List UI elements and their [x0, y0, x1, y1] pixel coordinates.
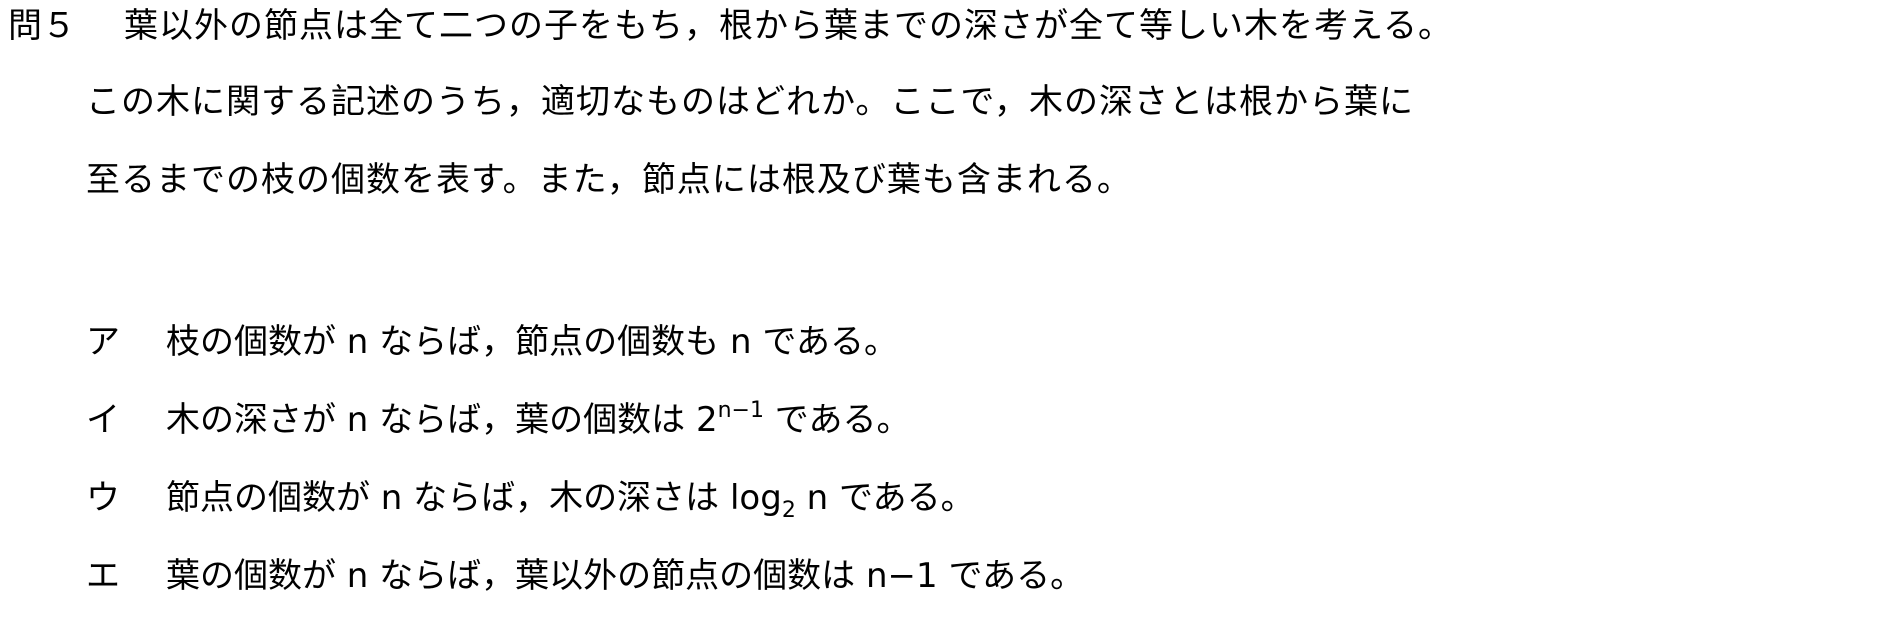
choice-i-exponent: n−1 [717, 398, 764, 423]
choice-e-label: エ [86, 556, 120, 596]
choice-i-label: イ [86, 400, 120, 440]
question-text-line-3: 至るまでの枝の個数を表す。また，節点には根及び葉も含まれる。 [86, 160, 1132, 200]
choice-a-text: 枝の個数が n ならば，節点の個数も n である。 [166, 322, 898, 362]
choice-u-text-after: n である。 [795, 478, 975, 518]
choice-u-text: 節点の個数が n ならば，木の深さは log2 n である。 [166, 478, 975, 522]
choice-u-label: ウ [86, 478, 120, 518]
question-text-line-1: 葉以外の節点は全て二つの子をもち，根から葉までの深さが全て等しい木を考える。 [124, 6, 1453, 46]
choice-u-subscript: 2 [781, 498, 796, 523]
choice-e-text: 葉の個数が n ならば，葉以外の節点の個数は n−1 である。 [166, 556, 1085, 596]
exam-question-page: 問５ 葉以外の節点は全て二つの子をもち，根から葉までの深さが全て等しい木を考える… [0, 0, 1900, 626]
choice-i-text-before: 木の深さが n ならば，葉の個数は 2 [166, 400, 718, 440]
choice-a-label: ア [86, 322, 120, 362]
choice-i-text-after: である。 [763, 400, 911, 440]
choice-u-text-before: 節点の個数が n ならば，木の深さは log [166, 478, 782, 518]
question-text-line-2: この木に関する記述のうち，適切なものはどれか。ここで，木の深さとは根から葉に [86, 82, 1414, 122]
question-number: 問５ [8, 6, 76, 46]
choice-i-text: 木の深さが n ならば，葉の個数は 2n−1 である。 [166, 398, 911, 441]
